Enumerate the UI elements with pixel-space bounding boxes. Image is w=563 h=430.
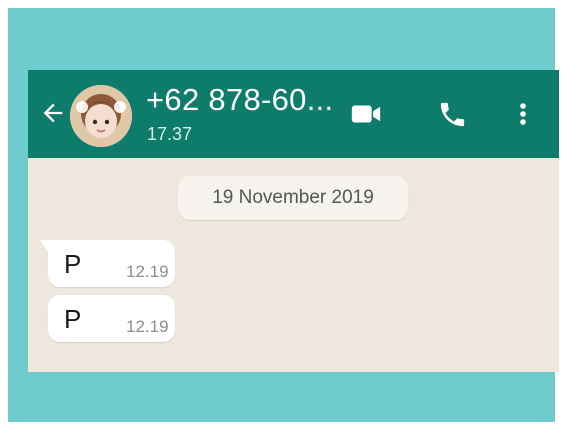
phone-icon	[440, 102, 464, 126]
message-text: P	[64, 249, 82, 279]
video-call-button[interactable]	[346, 94, 386, 134]
message-bubble[interactable]: P 12.19	[40, 240, 175, 287]
date-separator: 19 November 2019	[178, 176, 408, 220]
message-time: 12.19	[126, 262, 169, 281]
more-options-button[interactable]	[503, 94, 543, 134]
chat-header: +62 878-60... 17.37	[28, 70, 559, 158]
last-seen-time: 17.37	[147, 124, 193, 144]
contact-name[interactable]: +62 878-60...	[146, 82, 333, 118]
avatar-image	[70, 85, 132, 147]
message-list[interactable]: 19 November 2019 P 12.19 P 12.19	[28, 158, 559, 372]
message-time: 12.19	[126, 317, 169, 336]
avatar[interactable]	[70, 85, 132, 147]
video-call-icon	[351, 105, 381, 123]
more-options-icon	[520, 103, 526, 125]
outer-frame: +62 878-60... 17.37 19 November 2019 P 1…	[8, 8, 559, 422]
back-button[interactable]	[36, 96, 70, 130]
message-text: P	[64, 304, 82, 334]
chat-screen: +62 878-60... 17.37 19 November 2019 P 1…	[28, 70, 559, 372]
message-bubble[interactable]: P 12.19	[48, 295, 175, 342]
back-arrow-icon	[43, 103, 63, 123]
bubble-tail	[40, 240, 48, 252]
voice-call-button[interactable]	[432, 94, 472, 134]
